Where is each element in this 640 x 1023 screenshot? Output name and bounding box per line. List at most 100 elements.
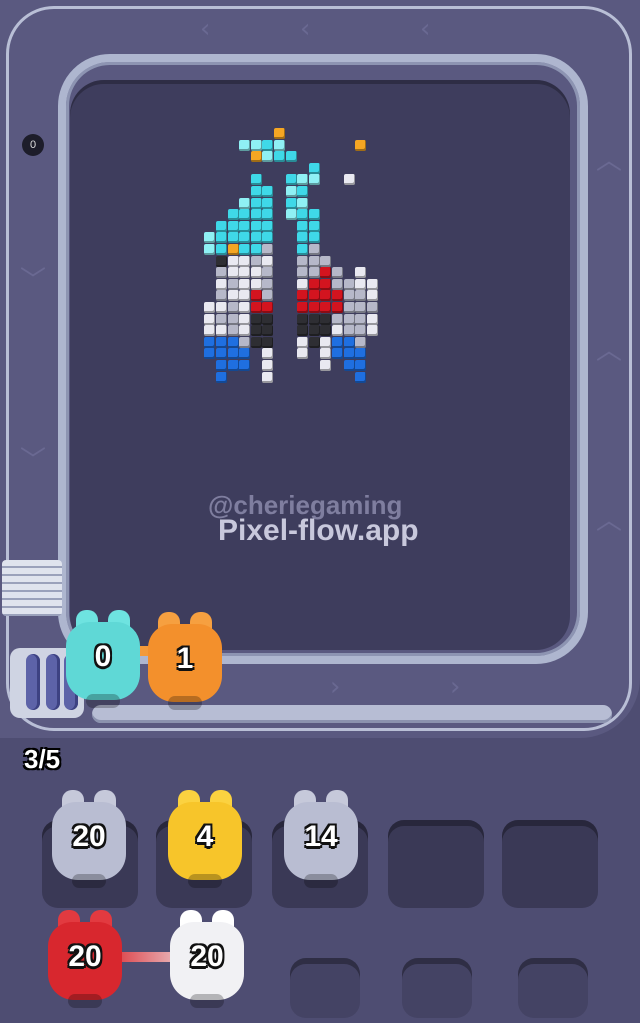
- pixel-block: [250, 186, 262, 197]
- pixel-block: [355, 348, 367, 360]
- pixel-block: [239, 325, 251, 337]
- pixel-block: [216, 232, 227, 244]
- pixel-block: [262, 220, 274, 232]
- track-chevron-icon: ›: [450, 672, 461, 702]
- pixel-block: [250, 278, 262, 290]
- pixel-block: [239, 278, 251, 290]
- pixel-block: [308, 220, 320, 232]
- pixel-block: [320, 255, 332, 267]
- track-chevron-icon: ﹀: [20, 446, 47, 476]
- bomb-label: 0: [29, 139, 37, 151]
- pixel-block: [227, 209, 239, 221]
- pixel-block: [250, 336, 262, 348]
- holding-slot-5[interactable]: [502, 820, 598, 908]
- track-chevron-icon: ︿: [596, 336, 623, 366]
- pixel-block: [297, 197, 309, 209]
- pixel-block: [343, 336, 355, 348]
- queue-pig-white[interactable]: 20: [170, 910, 244, 1008]
- slot-pig-yellow[interactable]: 4: [168, 790, 242, 888]
- track-chevron-icon: ‹: [200, 14, 211, 44]
- pixel-block: [227, 290, 239, 302]
- pixel-block: [262, 209, 274, 221]
- pixel-block: [239, 232, 251, 244]
- pixel-block: [216, 255, 227, 267]
- pixel-block: [320, 325, 332, 337]
- pixel-block: [262, 371, 274, 383]
- pixel-block: [227, 360, 239, 371]
- pixel-block: [227, 232, 239, 244]
- pixel-block: [343, 360, 355, 371]
- holding-slot-4[interactable]: [388, 820, 484, 908]
- queue-pig-red[interactable]: 20: [48, 910, 122, 1008]
- pixel-block: [227, 336, 239, 348]
- slot-pig-gray[interactable]: 14: [284, 790, 358, 888]
- track-chevron-icon: ‹: [420, 14, 431, 44]
- pixel-block: [250, 302, 262, 313]
- pixel-block: [355, 290, 367, 302]
- pixel-block: [297, 174, 309, 186]
- pixel-block: [216, 336, 227, 348]
- pixel-block: [366, 290, 378, 302]
- track-chevron-icon: ︿: [596, 146, 623, 176]
- pixel-block: [250, 255, 262, 267]
- pixel-block: [297, 302, 309, 313]
- pixel-block: [216, 244, 227, 255]
- conveyor-pig-cyan[interactable]: 0: [66, 610, 140, 708]
- pixel-block: [332, 278, 343, 290]
- pixel-block: [262, 302, 274, 313]
- pixel-block: [308, 162, 320, 174]
- pixel-block: [239, 290, 251, 302]
- pixel-block: [308, 267, 320, 279]
- pixel-block: [204, 244, 216, 255]
- pixel-block: [308, 290, 320, 302]
- pixel-block: [297, 232, 309, 244]
- pixel-block: [355, 325, 367, 337]
- pixel-block: [250, 325, 262, 337]
- track-chevron-icon: ›: [330, 672, 341, 702]
- pixel-block: [216, 290, 227, 302]
- pixel-block: [216, 371, 227, 383]
- pixel-block: [332, 267, 343, 279]
- pig-feet: [188, 874, 222, 888]
- pixel-block: [285, 186, 297, 197]
- pixel-block: [355, 267, 367, 279]
- pixel-block: [216, 278, 227, 290]
- pixel-block: [227, 267, 239, 279]
- pixel-block: [262, 336, 274, 348]
- pixel-block: [262, 255, 274, 267]
- pixel-block: [250, 313, 262, 325]
- pixel-block: [355, 278, 367, 290]
- pixel-block: [320, 336, 332, 348]
- pixel-block: [239, 336, 251, 348]
- pixel-block: [332, 302, 343, 313]
- pixel-block: [262, 325, 274, 337]
- pig-count: 0: [94, 640, 112, 673]
- slot-pig-gray[interactable]: 20: [52, 790, 126, 888]
- pixel-block: [343, 313, 355, 325]
- pixel-block: [308, 278, 320, 290]
- pixel-block: [239, 220, 251, 232]
- queue-counter: 3/5: [24, 744, 61, 774]
- pixel-block: [274, 139, 285, 151]
- pixel-block: [332, 313, 343, 325]
- pixel-block: [297, 220, 309, 232]
- pixel-block: [297, 244, 309, 255]
- pig-count: 1: [176, 642, 194, 675]
- pixel-block: [285, 174, 297, 186]
- pixel-block: [262, 360, 274, 371]
- pixel-block: [250, 232, 262, 244]
- pixel-block: [297, 313, 309, 325]
- pixel-block: [343, 348, 355, 360]
- pixel-block: [297, 348, 309, 360]
- pixel-block: [262, 197, 274, 209]
- pixel-block: [216, 348, 227, 360]
- pixel-block: [308, 174, 320, 186]
- pixel-block: [250, 151, 262, 163]
- pixel-block: [204, 336, 216, 348]
- spring-coil: [46, 654, 60, 710]
- pixel-block: [227, 255, 239, 267]
- pixel-block: [366, 302, 378, 313]
- conveyor-pig-orange[interactable]: 1: [148, 612, 222, 710]
- pixel-block: [297, 255, 309, 267]
- pixel-block: [250, 267, 262, 279]
